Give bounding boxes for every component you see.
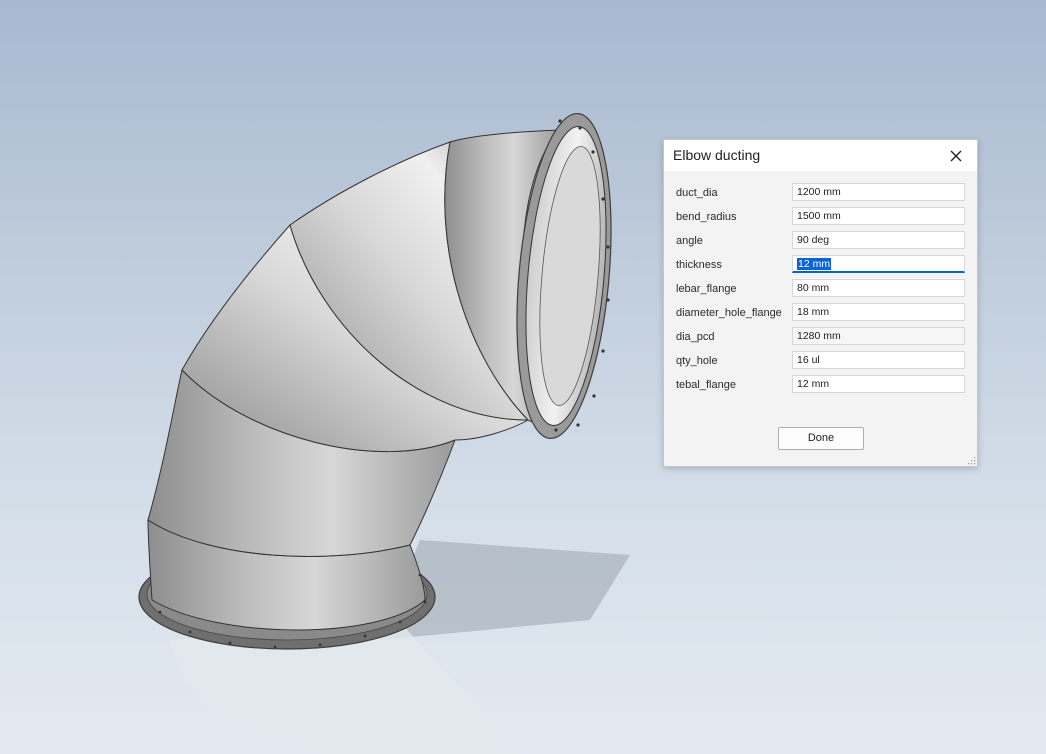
param-row-thickness: thickness 12 mm: [664, 254, 977, 278]
thickness-input[interactable]: 12 mm: [792, 255, 965, 273]
duct-dia-input[interactable]: 1200 mm: [792, 183, 965, 201]
close-icon[interactable]: [947, 147, 965, 165]
param-label: tebal_flange: [676, 379, 736, 391]
param-row-diameter-hole-flange: diameter_hole_flange 18 mm: [664, 302, 977, 326]
diameter-hole-flange-input[interactable]: 18 mm: [792, 303, 965, 321]
elbow-ducting-dialog: Elbow ducting duct_dia 1200 mm bend_radi…: [663, 139, 978, 467]
param-row-angle: angle 90 deg: [664, 230, 977, 254]
tebal-flange-input[interactable]: 12 mm: [792, 375, 965, 393]
dialog-titlebar[interactable]: Elbow ducting: [664, 140, 977, 171]
param-label: thickness: [676, 259, 722, 271]
angle-input[interactable]: 90 deg: [792, 231, 965, 249]
dialog-title: Elbow ducting: [673, 147, 761, 163]
param-label: qty_hole: [676, 355, 718, 367]
done-button[interactable]: Done: [778, 427, 864, 450]
param-label: diameter_hole_flange: [676, 307, 782, 319]
param-row-bend-radius: bend_radius 1500 mm: [664, 206, 977, 230]
param-label: angle: [676, 235, 703, 247]
lebar-flange-input[interactable]: 80 mm: [792, 279, 965, 297]
param-label: bend_radius: [676, 211, 737, 223]
qty-hole-input[interactable]: 16 ul: [792, 351, 965, 369]
param-row-dia-pcd: dia_pcd 1280 mm: [664, 326, 977, 350]
bend-radius-input[interactable]: 1500 mm: [792, 207, 965, 225]
param-label: duct_dia: [676, 187, 718, 199]
param-row-tebal-flange: tebal_flange 12 mm: [664, 374, 977, 398]
resize-grip-icon[interactable]: [967, 456, 976, 465]
param-row-duct-dia: duct_dia 1200 mm: [664, 182, 977, 206]
param-row-qty-hole: qty_hole 16 ul: [664, 350, 977, 374]
param-row-lebar-flange: lebar_flange 80 mm: [664, 278, 977, 302]
param-label: lebar_flange: [676, 283, 737, 295]
parameter-list: duct_dia 1200 mm bend_radius 1500 mm ang…: [664, 182, 977, 398]
param-label: dia_pcd: [676, 331, 715, 343]
dia-pcd-input[interactable]: 1280 mm: [792, 327, 965, 345]
